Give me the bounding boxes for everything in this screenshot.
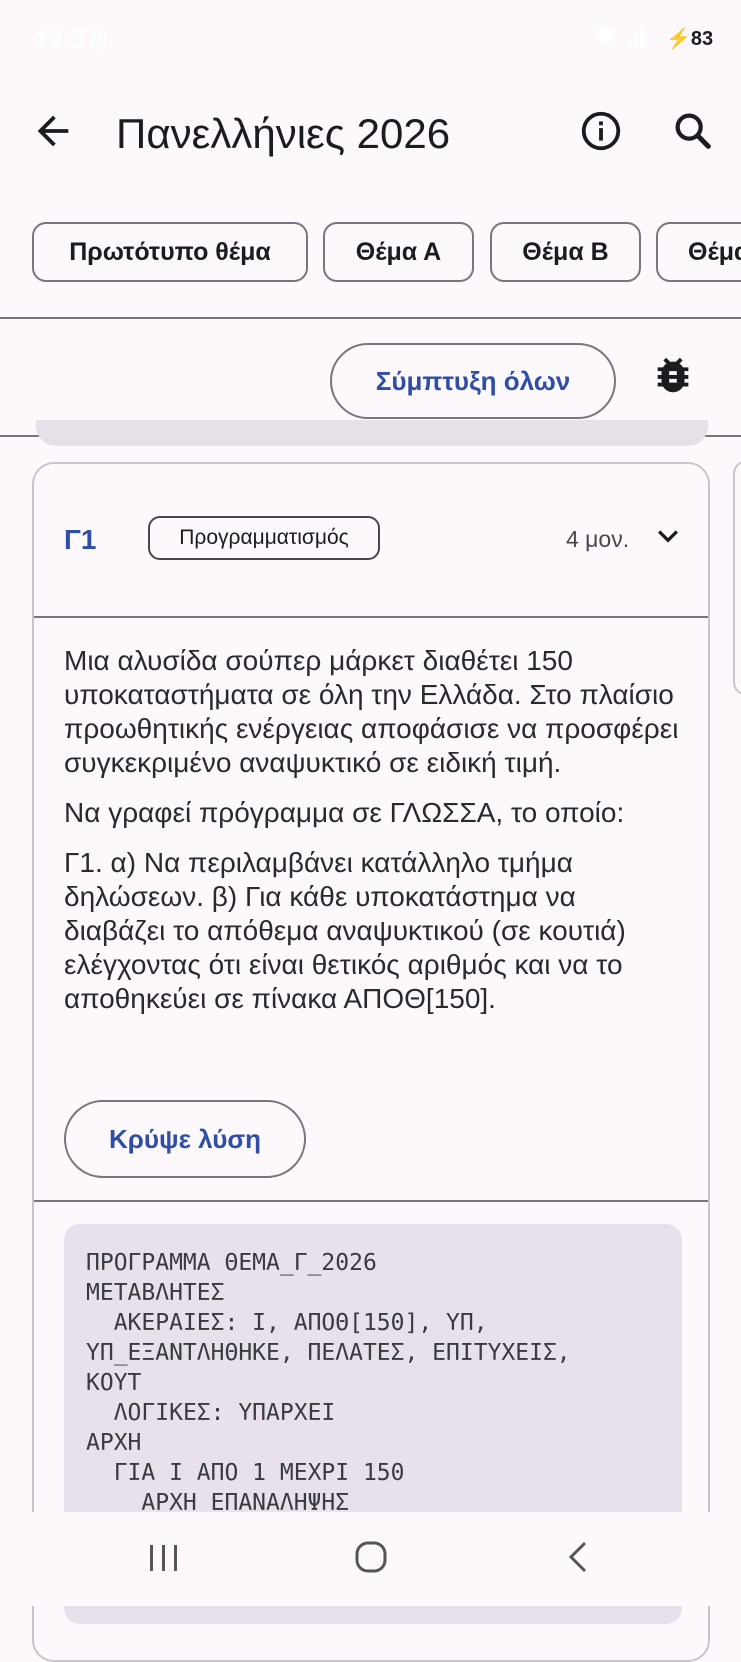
usb-icon: ψ bbox=[92, 26, 108, 51]
question-text: Μια αλυσίδα σούπερ μάρκετ διαθέτει 150 υ… bbox=[64, 644, 684, 1032]
info-icon bbox=[581, 111, 621, 151]
search-icon bbox=[675, 113, 711, 149]
next-card-peek[interactable] bbox=[733, 460, 741, 696]
previous-card-edge bbox=[36, 420, 708, 446]
app-bar: Πανελλήνιες 2026 bbox=[0, 80, 741, 185]
status-time: 12:57 bbox=[34, 24, 101, 54]
question-card: Γ1 Προγραμματισμός 4 μον. Μια αλυσίδα σο… bbox=[32, 462, 710, 1662]
question-paragraph: Μια αλυσίδα σούπερ μάρκετ διαθέτει 150 υ… bbox=[64, 645, 679, 778]
hide-solution-button[interactable]: Κρύψε λύση bbox=[64, 1100, 306, 1178]
page-title: Πανελλήνιες 2026 bbox=[116, 110, 451, 157]
question-paragraph: Να γραφεί πρόγραμμα σε ΓΛΩΣΣΑ, το οποίο: bbox=[64, 797, 625, 828]
wifi-signal-icon bbox=[592, 24, 648, 56]
back-button[interactable] bbox=[30, 108, 76, 154]
charging-icon: ⚡ bbox=[666, 28, 691, 50]
points-label: 4 μον. bbox=[566, 526, 630, 552]
back-chevron-icon bbox=[568, 1541, 587, 1573]
search-button[interactable] bbox=[670, 108, 716, 154]
home-icon bbox=[355, 1541, 387, 1573]
solution-code: ΠΡΟΓΡΑΜΜΑ ΘΕΜΑ_Γ_2026 ΜΕΤΑΒΛΗΤΕΣ ΑΚΕΡΑΙΕ… bbox=[86, 1250, 571, 1516]
expand-toggle[interactable] bbox=[648, 516, 688, 556]
status-bar: 12:57 ψ ⚡83 bbox=[0, 0, 741, 80]
bug-icon bbox=[657, 357, 689, 393]
question-paragraph: Γ1. α) Να περιλαμβάνει κατάλληλο τμήμα δ… bbox=[64, 847, 626, 1014]
tab-topic-next[interactable]: Θέμα bbox=[656, 222, 741, 282]
collapse-all-button[interactable]: Σύμπτυξη όλων bbox=[330, 343, 616, 419]
divider bbox=[34, 1200, 708, 1202]
category-tag: Προγραμματισμός bbox=[148, 516, 380, 560]
divider bbox=[0, 317, 741, 319]
divider bbox=[34, 616, 708, 618]
report-bug-button[interactable] bbox=[650, 352, 696, 398]
topic-tabs: Πρωτότυπο θέμα Θέμα Α Θέμα Β Θέμα bbox=[0, 222, 741, 286]
nav-back-button[interactable] bbox=[560, 1538, 598, 1576]
tab-topic-a[interactable]: Θέμα Α bbox=[323, 222, 474, 282]
battery-indicator: ⚡83 bbox=[660, 26, 720, 52]
home-button[interactable] bbox=[352, 1538, 390, 1576]
recent-apps-icon bbox=[150, 1545, 177, 1571]
recent-apps-button[interactable] bbox=[146, 1540, 182, 1576]
tab-original-topic[interactable]: Πρωτότυπο θέμα bbox=[32, 222, 308, 282]
chevron-down-icon bbox=[658, 530, 678, 543]
question-id: Γ1 bbox=[64, 524, 97, 555]
system-nav-bar bbox=[0, 1512, 741, 1606]
battery-level: 83 bbox=[690, 28, 714, 50]
tab-topic-b[interactable]: Θέμα Β bbox=[490, 222, 641, 282]
arrow-back-icon bbox=[37, 115, 69, 147]
info-button[interactable] bbox=[578, 108, 624, 154]
